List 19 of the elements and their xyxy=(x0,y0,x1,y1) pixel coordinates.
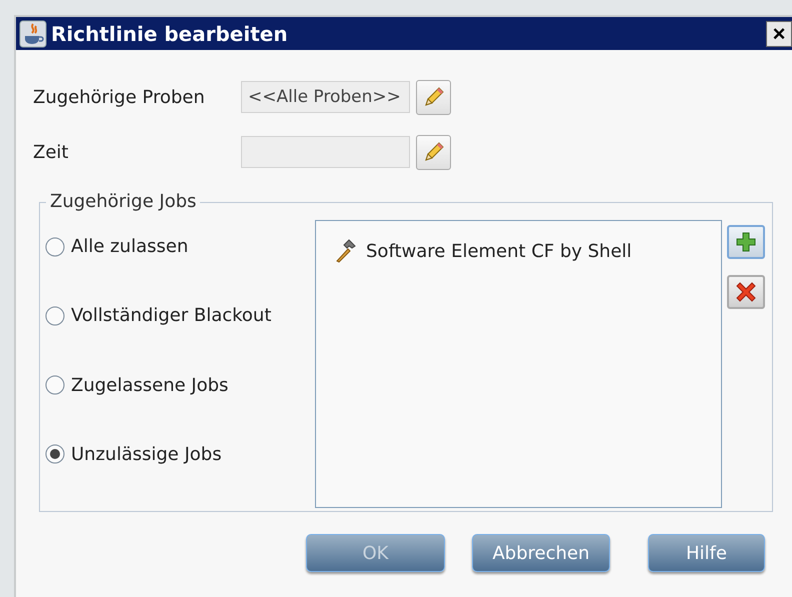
edit-button[interactable] xyxy=(416,80,451,114)
plus-icon xyxy=(735,231,757,253)
radio-option[interactable]: Zugelassene Jobs xyxy=(45,372,315,398)
job-item[interactable]: Software Element CF by Shell xyxy=(366,240,632,262)
delete-button[interactable] xyxy=(727,275,765,309)
radio-option[interactable]: Unzulässige Jobs xyxy=(45,442,315,467)
window-title: Richtlinie bearbeiten xyxy=(51,22,289,46)
field-label: Zeit xyxy=(33,142,70,162)
cup-icon xyxy=(19,20,47,48)
group-title: Zugehörige Jobs xyxy=(46,191,200,212)
delete-icon xyxy=(734,280,758,304)
text-field[interactable] xyxy=(241,136,410,168)
close-button[interactable]: × xyxy=(766,20,792,46)
add-button[interactable] xyxy=(727,225,765,259)
radio-option[interactable]: Alle zulassen xyxy=(45,234,315,260)
edit-button[interactable] xyxy=(416,134,451,170)
field-label: Zugehörige Proben xyxy=(33,86,206,108)
text-field[interactable]: <<Alle Proben>> xyxy=(241,81,410,113)
radio-option[interactable]: Vollständiger Blackout xyxy=(45,303,315,328)
